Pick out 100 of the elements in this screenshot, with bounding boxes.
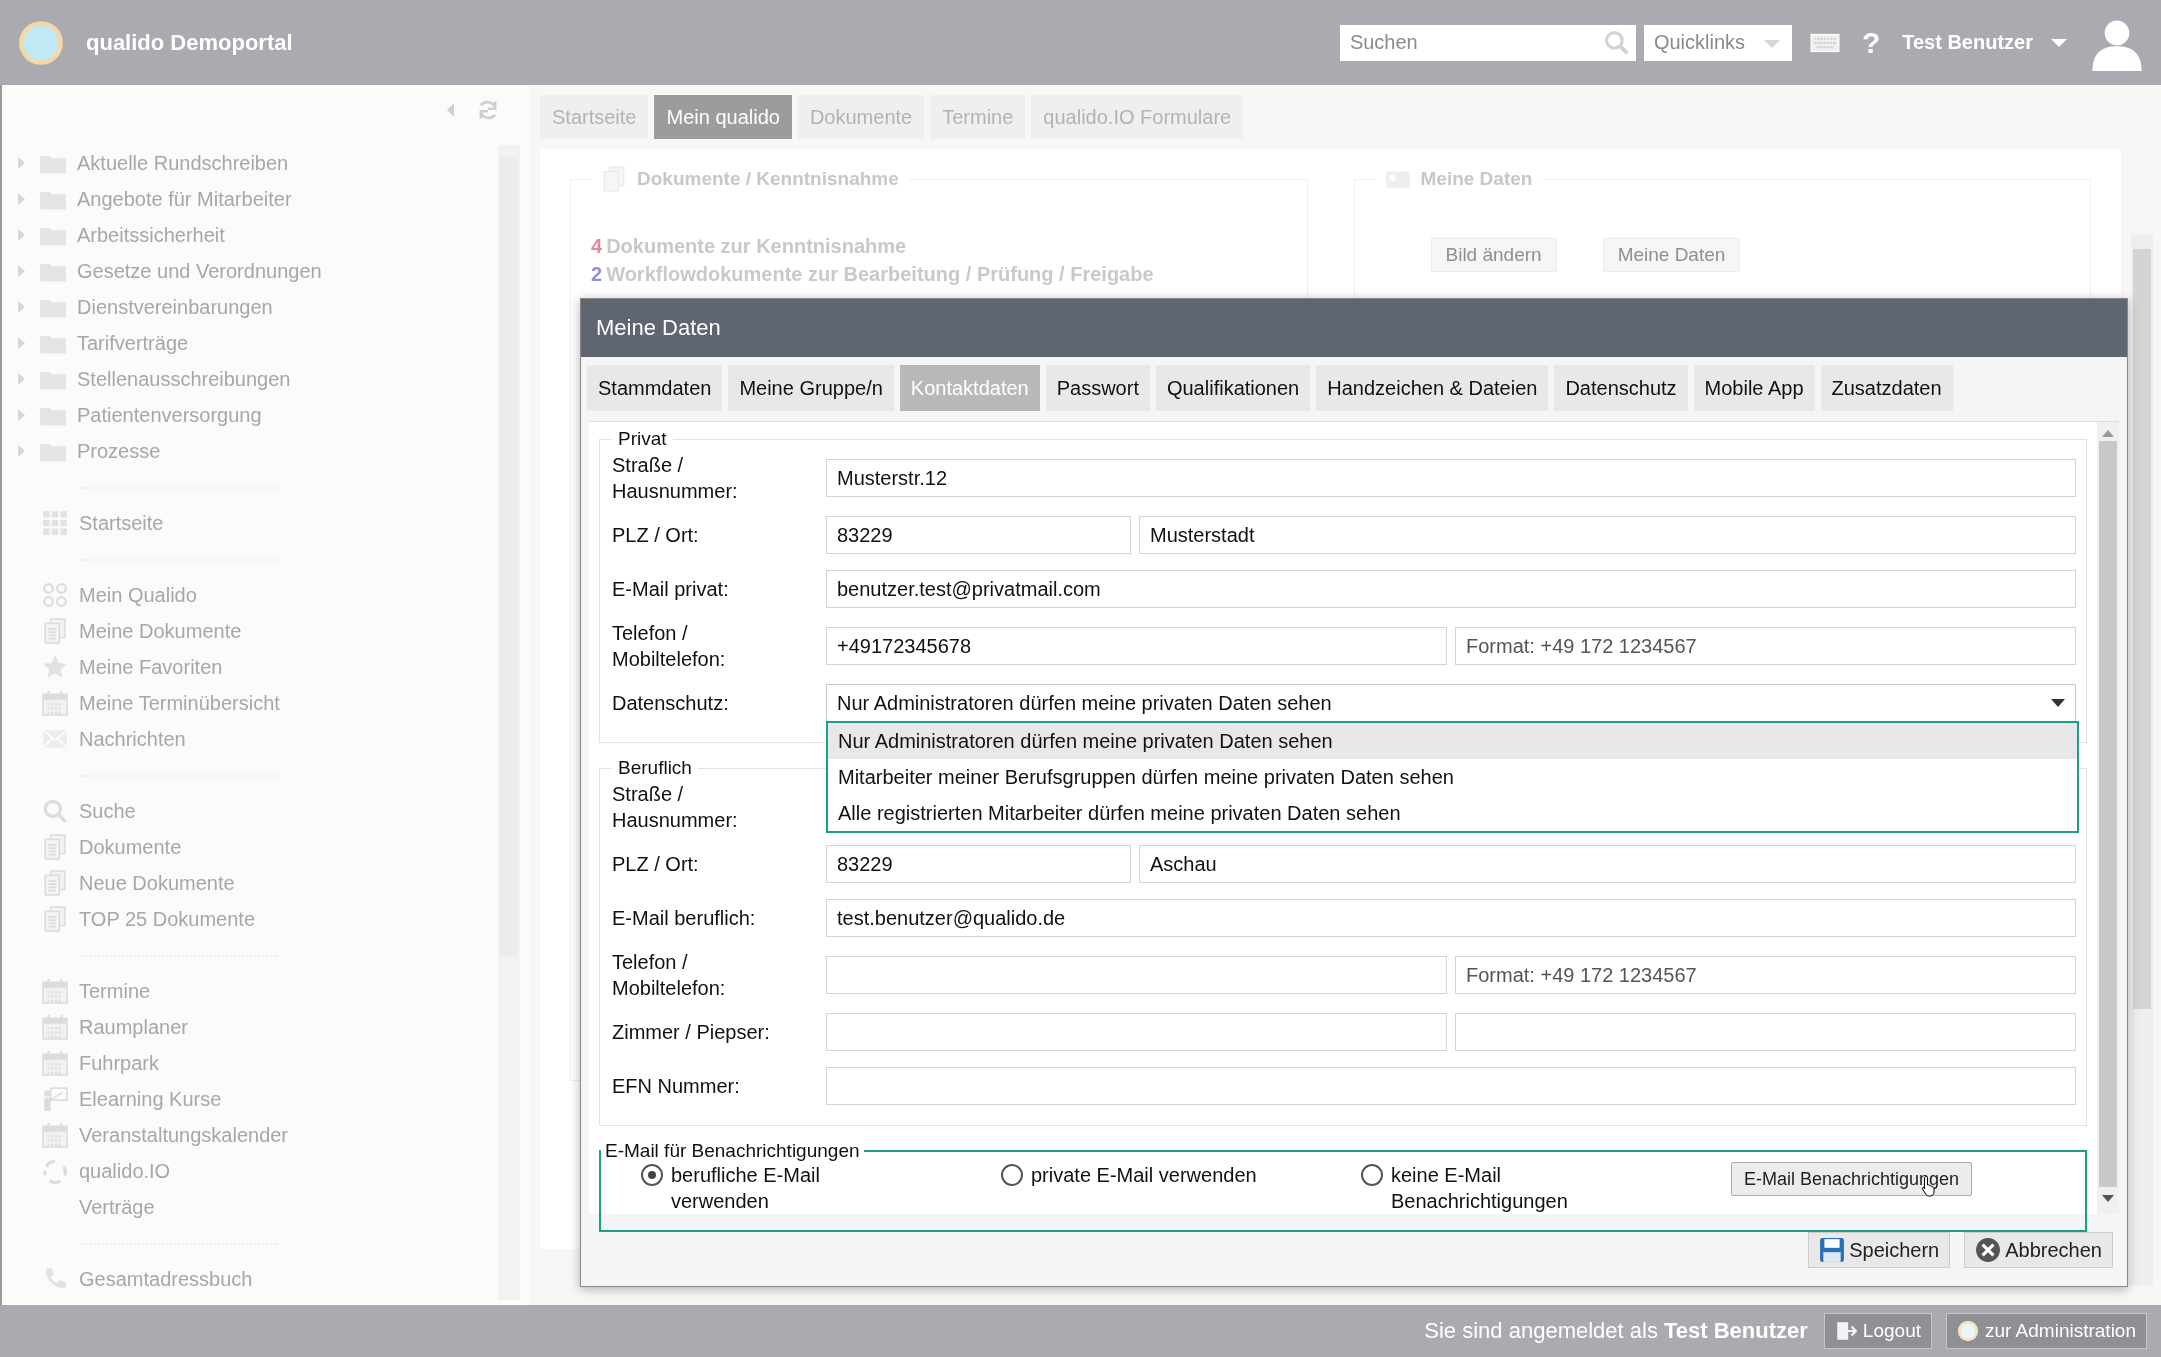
calendar-icon[interactable] bbox=[41, 1014, 69, 1040]
user-menu[interactable]: Test Benutzer bbox=[1902, 31, 2033, 54]
input-field[interactable] bbox=[826, 1067, 2076, 1105]
dialog-tab[interactable]: Kontaktdaten bbox=[899, 365, 1040, 411]
folder-item[interactable]: Prozesse bbox=[18, 433, 530, 469]
dialog-tab[interactable]: Mobile App bbox=[1693, 365, 1815, 411]
nav-item[interactable]: Nachrichten bbox=[18, 721, 530, 757]
collapse-icon[interactable] bbox=[447, 103, 454, 117]
dropdown-option[interactable]: Nur Administratoren dürfen meine privaten Daten sehen bbox=[828, 723, 2077, 759]
dialog-tab[interactable]: Stammdaten bbox=[587, 365, 723, 411]
nav-item[interactable]: Gesamtadressbuch bbox=[18, 1261, 530, 1297]
nav-item[interactable]: Neue Dokumente bbox=[18, 865, 530, 901]
documents-icon[interactable] bbox=[41, 906, 69, 932]
nav-item[interactable]: Verträge bbox=[18, 1189, 530, 1225]
save-icon[interactable] bbox=[1819, 1237, 1846, 1263]
panel-button[interactable]: Bild ändern bbox=[1430, 238, 1557, 272]
cycle-icon[interactable] bbox=[41, 1158, 69, 1184]
input-field[interactable]: Format: +49 172 1234567 bbox=[1455, 627, 2076, 665]
nav-item[interactable]: Meine Terminübersicht bbox=[18, 685, 530, 721]
input-field[interactable]: Format: +49 172 1234567 bbox=[1455, 956, 2076, 994]
input-field[interactable]: 83229 bbox=[826, 845, 1131, 883]
scrollbar[interactable] bbox=[2131, 235, 2153, 1285]
logo-icon[interactable] bbox=[1957, 1320, 1979, 1342]
folder-item[interactable]: Stellenausschreibungen bbox=[18, 361, 530, 397]
scrollbar[interactable] bbox=[2097, 422, 2119, 1214]
dialog-tab[interactable]: Meine Gruppe/n bbox=[728, 365, 894, 411]
nav-tab[interactable]: Dokumente bbox=[797, 95, 925, 139]
radio-option[interactable]: keine E-Mail Benachrichtigungen bbox=[1361, 1162, 1721, 1214]
administration-button[interactable]: zur Administration bbox=[1946, 1313, 2147, 1349]
nav-item[interactable]: Meine Favoriten bbox=[18, 649, 530, 685]
nav-item[interactable]: Meine Dokumente bbox=[18, 613, 530, 649]
nav-item[interactable]: Raumplaner bbox=[18, 1009, 530, 1045]
save-button[interactable]: Speichern bbox=[1808, 1232, 1951, 1268]
documents-icon[interactable] bbox=[41, 834, 69, 860]
folder-item[interactable]: Tarifverträge bbox=[18, 325, 530, 361]
dialog-tab[interactable]: Handzeichen & Dateien bbox=[1316, 365, 1549, 411]
nav-item[interactable]: Dokumente bbox=[18, 829, 530, 865]
folder-item[interactable]: Dienstvereinbarungen bbox=[18, 289, 530, 325]
nav-tab[interactable]: qualido.IO Formulare bbox=[1031, 95, 1244, 139]
input-field[interactable]: Musterstadt bbox=[1139, 516, 2076, 554]
nav-tab[interactable]: Startseite bbox=[540, 95, 649, 139]
nav-item[interactable]: qualido.IO bbox=[18, 1153, 530, 1189]
logout-button[interactable]: Logout bbox=[1823, 1313, 1932, 1349]
presentation-icon[interactable] bbox=[41, 1086, 69, 1112]
radio-option[interactable]: berufliche E-Mail verwenden bbox=[641, 1162, 1001, 1214]
nav-tab[interactable]: Termine bbox=[930, 95, 1026, 139]
nav-item[interactable]: TOP 25 Dokumente bbox=[18, 901, 530, 937]
folder-item[interactable]: Gesetze und Verordnungen bbox=[18, 253, 530, 289]
dialog-tab[interactable]: Qualifikationen bbox=[1155, 365, 1311, 411]
logout-icon[interactable] bbox=[1834, 1320, 1857, 1342]
nav-item[interactable]: Fuhrpark bbox=[18, 1045, 530, 1081]
cancel-button[interactable]: Abbrechen bbox=[1964, 1232, 2113, 1268]
folder-item[interactable]: Patientenversorgung bbox=[18, 397, 530, 433]
cancel-icon[interactable] bbox=[1975, 1237, 2002, 1263]
panel-title: Dokumente / Kenntnisnahme bbox=[637, 168, 899, 190]
nav-item[interactable]: Veranstaltungskalender bbox=[18, 1117, 530, 1153]
folder-item[interactable]: Arbeitssicherheit bbox=[18, 217, 530, 253]
dialog-tab[interactable]: Passwort bbox=[1045, 365, 1150, 411]
input-field[interactable] bbox=[1455, 1013, 2076, 1051]
folder-item[interactable]: Angebote für Mitarbeiter bbox=[18, 181, 530, 217]
folder-item[interactable]: Aktuelle Rundschreiben bbox=[18, 145, 530, 181]
search-field[interactable]: Suchen bbox=[1339, 24, 1636, 61]
input-field[interactable]: benutzer.test@privatmail.com bbox=[826, 570, 2076, 608]
calendar-icon[interactable] bbox=[41, 690, 69, 716]
keyboard-icon[interactable] bbox=[1809, 31, 1840, 54]
star-icon[interactable] bbox=[41, 654, 69, 680]
nav-item[interactable]: Mein Qualido bbox=[18, 577, 530, 613]
help-link[interactable]: ? bbox=[1861, 25, 1881, 60]
search-icon[interactable] bbox=[41, 798, 69, 824]
field-label: E-Mail beruflich: bbox=[612, 906, 757, 931]
input-field[interactable]: Aschau bbox=[1139, 845, 2076, 883]
calendar-icon[interactable] bbox=[41, 1050, 69, 1076]
input-field[interactable]: test.benutzer@qualido.de bbox=[826, 899, 2076, 937]
radio-option[interactable]: private E-Mail verwenden bbox=[1001, 1162, 1361, 1188]
panel-button[interactable]: Meine Daten bbox=[1602, 238, 1741, 272]
input-field[interactable]: Musterstr.12 bbox=[826, 459, 2076, 497]
nav-item[interactable]: Startseite bbox=[18, 505, 530, 541]
calendar-icon[interactable] bbox=[41, 978, 69, 1004]
dialog-tab[interactable]: Datenschutz bbox=[1554, 365, 1688, 411]
search-icon[interactable] bbox=[1603, 29, 1630, 56]
input-field[interactable]: 83229 bbox=[826, 516, 1131, 554]
circles-icon[interactable] bbox=[41, 582, 69, 608]
logo-icon bbox=[18, 19, 64, 66]
dropdown-option[interactable]: Mitarbeiter meiner Berufsgruppen dürfen meine privaten Daten sehen bbox=[828, 759, 2077, 795]
input-field[interactable] bbox=[826, 956, 1447, 994]
input-field[interactable] bbox=[826, 1013, 1447, 1051]
nav-item[interactable]: Suche bbox=[18, 793, 530, 829]
dropdown-option[interactable]: Alle registrierten Mitarbeiter dürfen meine privaten Daten sehen bbox=[828, 795, 2077, 831]
input-field[interactable]: +49172345678 bbox=[826, 627, 1447, 665]
documents-icon[interactable] bbox=[41, 870, 69, 896]
documents-icon[interactable] bbox=[41, 618, 69, 644]
nav-tab[interactable]: Mein qualido bbox=[654, 95, 792, 139]
calendar-icon[interactable] bbox=[41, 1122, 69, 1148]
quicklinks-dropdown[interactable]: Quicklinks bbox=[1643, 24, 1792, 61]
nav-item[interactable]: Termine bbox=[18, 973, 530, 1009]
section-legend: Privat bbox=[612, 428, 673, 450]
grid-icon[interactable] bbox=[41, 510, 69, 536]
nav-item[interactable]: Elearning Kurse bbox=[18, 1081, 530, 1117]
dialog-tab[interactable]: Zusatzdaten bbox=[1820, 365, 1953, 411]
notifications-button[interactable]: E-Mail Benachrichtigungen bbox=[1731, 1162, 1973, 1196]
